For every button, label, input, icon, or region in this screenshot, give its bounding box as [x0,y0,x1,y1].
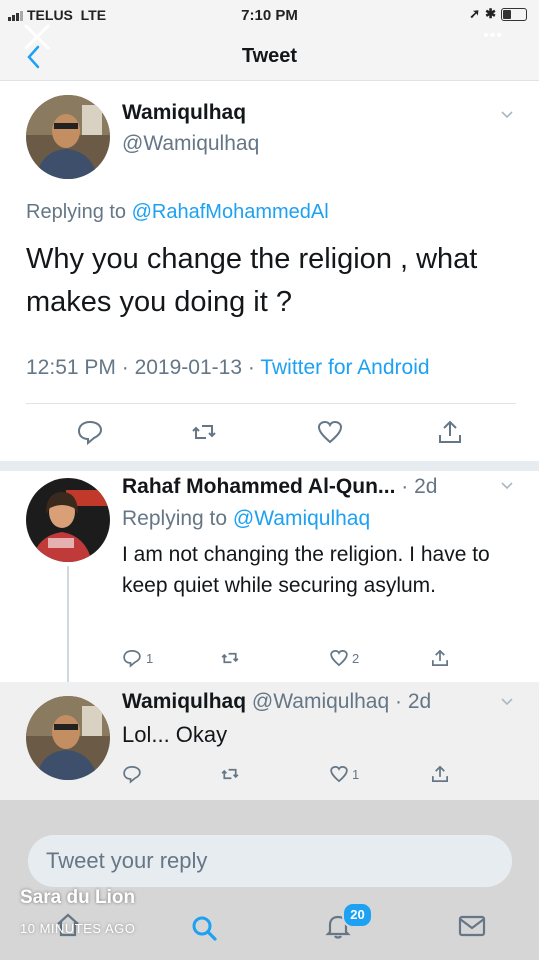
like-count: 2 [352,650,360,666]
retweet-icon [221,652,239,664]
back-icon[interactable] [24,44,44,70]
avatar[interactable] [26,696,110,780]
section-gap [0,461,539,471]
reply-icon [123,765,141,784]
notification-badge: 20 [342,902,373,928]
like-button[interactable]: 1 [329,764,359,784]
chevron-down-icon[interactable] [500,110,514,120]
meta-dot: · [121,356,129,379]
messages-icon[interactable] [458,914,486,938]
divider [26,403,516,404]
header: Tweet [0,30,539,80]
tweet-date: 2019-01-13 [134,356,242,379]
reply-count: 1 [146,650,154,666]
status-time: 7:10 PM [241,7,298,24]
status-icons: ➚ ✱ [469,6,527,22]
share-button[interactable] [430,764,450,789]
chevron-down-icon[interactable] [500,481,514,491]
location-icon: ➚ [469,6,481,21]
avatar[interactable] [26,95,110,179]
tweet-author-name[interactable]: Wamiqulhaq [122,101,246,125]
reply-button[interactable] [122,764,142,789]
tweet-source[interactable]: Twitter for Android [260,356,429,379]
like-button[interactable] [316,418,344,446]
share-icon [439,420,461,443]
share-button[interactable] [436,418,464,446]
share-button[interactable] [430,648,450,673]
retweet-icon [192,425,216,439]
thread-line [67,566,69,682]
retweet-button[interactable] [220,764,240,789]
tweet-time: 12:51 PM [26,356,116,379]
replying-to: Replying to @Wamiqulhaq [122,507,370,531]
heart-icon [330,765,348,783]
reply-icon [123,649,141,668]
share-icon [432,765,448,782]
like-count: 1 [352,766,360,782]
reply-icon [77,420,103,446]
overlay-time: 10 MINUTES AGO [20,921,136,936]
reply-author-name[interactable]: Rahaf Mohammed Al-Qun... [122,475,395,498]
reply-author-handle[interactable]: @Wamiqulhaq [252,690,389,713]
reply-input[interactable]: Tweet your reply [28,835,512,887]
reply-text: Lol... Okay [122,722,228,747]
meta-dot: · [247,356,255,379]
tweet-author-handle[interactable]: @Wamiqulhaq [122,132,259,156]
retweet-button[interactable] [220,648,240,673]
retweet-button[interactable] [190,418,218,446]
avatar[interactable] [26,478,110,562]
more-options-icon[interactable]: ••• [483,27,503,45]
chevron-down-icon[interactable] [500,697,514,707]
replying-prefix: Replying to [122,507,228,530]
reply-button[interactable]: 1 [122,648,153,668]
reply-author-name[interactable]: Wamiqulhaq [122,690,246,713]
status-bar: TELUS LTE 7:10 PM ➚ ✱ [0,0,539,30]
heart-icon [317,420,343,444]
share-icon [432,649,448,666]
reply-input-placeholder: Tweet your reply [46,848,208,873]
tweet-meta: 12:51 PM · 2019-01-13 · Twitter for Andr… [26,356,430,380]
retweet-icon [221,768,239,780]
replying-prefix: Replying to [26,201,127,223]
reply-age: 2d [414,475,438,498]
replying-to: Replying to @RahafMohammedAl [26,201,329,224]
like-button[interactable]: 2 [329,648,359,668]
reply-age: 2d [407,690,432,713]
search-icon[interactable] [190,914,218,942]
page-title: Tweet [241,45,298,67]
reply-header: Rahaf Mohammed Al-Qun... · 2d [122,475,438,498]
reply-button[interactable] [76,418,104,446]
reply-text: I am not changing the religion. I have t… [122,543,490,597]
overlay-name: Sara du Lion [20,887,136,908]
tweet-text: Why you change the religion , what makes… [26,243,478,318]
heart-icon [330,649,348,667]
battery-icon [501,7,527,21]
reply-header: Wamiqulhaq @Wamiqulhaq · 2d [122,690,432,713]
replying-to-link[interactable]: @Wamiqulhaq [233,507,370,530]
bluetooth-icon: ✱ [485,6,496,21]
replying-to-link[interactable]: @RahafMohammedAl [132,201,329,223]
